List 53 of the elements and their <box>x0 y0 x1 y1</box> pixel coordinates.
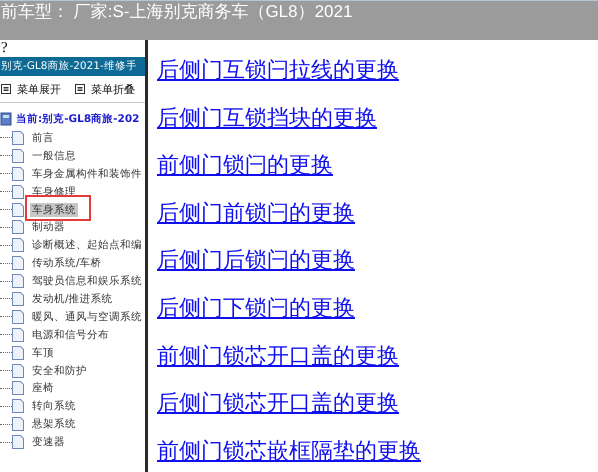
manual-link[interactable]: 前侧门锁芯开口盖的更换 <box>157 344 399 369</box>
tree-item[interactable]: 车顶 <box>30 346 56 360</box>
vehicle-title: 前车型： 厂家:S-上海别克商务车（GL8）2021 <box>1 1 352 23</box>
manual-link[interactable]: 后侧门锁芯开口盖的更换 <box>157 391 399 416</box>
tree-item[interactable]: 驾驶员信息和娱乐系统 <box>30 274 144 288</box>
manual-link[interactable]: 后侧门后锁闩的更换 <box>157 248 355 274</box>
manual-link[interactable]: 后侧门前锁闩的更换 <box>157 200 355 226</box>
tree-item[interactable]: 转向系统 <box>30 399 78 414</box>
manual-title: 别克-GL8商旅-2021-维修手 <box>0 57 145 76</box>
document-icon <box>12 399 24 414</box>
tree-item[interactable]: 车身金属构件和装饰件 <box>30 166 144 181</box>
document-icon <box>12 220 24 234</box>
tree-item[interactable]: 悬架系统 <box>30 417 78 432</box>
document-icon <box>12 184 24 199</box>
tree-item[interactable]: 前言 <box>30 130 56 145</box>
document-icon <box>12 292 24 306</box>
help-link[interactable]: ? <box>1 40 8 57</box>
tree-item[interactable]: 安全和防护 <box>30 364 89 378</box>
document-icon <box>12 364 24 378</box>
document-icon <box>12 274 24 288</box>
tree-item[interactable]: 座椅 <box>30 381 56 396</box>
document-icon <box>12 435 24 450</box>
list-icon <box>75 84 85 94</box>
tree-item[interactable]: 一般信息 <box>30 148 78 163</box>
document-icon <box>12 166 24 181</box>
document-icon <box>12 381 24 396</box>
document-icon <box>12 148 24 163</box>
document-icon <box>12 256 24 270</box>
manual-link[interactable]: 后侧门互锁挡块的更换 <box>157 106 377 131</box>
document-icon <box>12 310 24 324</box>
tree-item[interactable]: 诊断概述、起始点和编 <box>30 238 144 252</box>
menu-button[interactable]: 菜单展开 <box>1 82 61 96</box>
menu-button[interactable]: 菜单折叠 <box>75 82 135 96</box>
document-icon <box>12 346 24 360</box>
manual-link[interactable]: 后侧门下锁闩的更换 <box>157 296 355 321</box>
manual-link[interactable]: 前侧门锁闩的更换 <box>157 153 333 178</box>
tree-item[interactable]: 制动器 <box>30 220 67 234</box>
book-icon <box>0 112 12 126</box>
tree-item[interactable]: 电源和信号分布 <box>30 328 111 342</box>
tree-root[interactable]: 当前:别克-GL8商旅-202 <box>16 112 140 126</box>
tree-item[interactable]: 发动机/推进系统 <box>30 292 115 306</box>
tree-item[interactable]: 暖风、通风与空调系统 <box>30 310 144 324</box>
tree-item[interactable]: 传动系统/车桥 <box>30 256 104 270</box>
document-icon <box>12 130 24 145</box>
tree-item[interactable]: 变速器 <box>30 435 67 450</box>
manual-link[interactable]: 后侧门互锁闩拉线的更换 <box>157 58 399 83</box>
document-icon <box>12 202 24 216</box>
document-icon <box>12 238 24 252</box>
manual-link[interactable]: 前侧门锁芯嵌框隔垫的更换 <box>157 438 421 464</box>
document-icon <box>12 417 24 432</box>
tree-item[interactable]: 车身系统 <box>30 202 78 216</box>
document-icon <box>12 328 24 342</box>
highlight-frame <box>25 194 91 221</box>
